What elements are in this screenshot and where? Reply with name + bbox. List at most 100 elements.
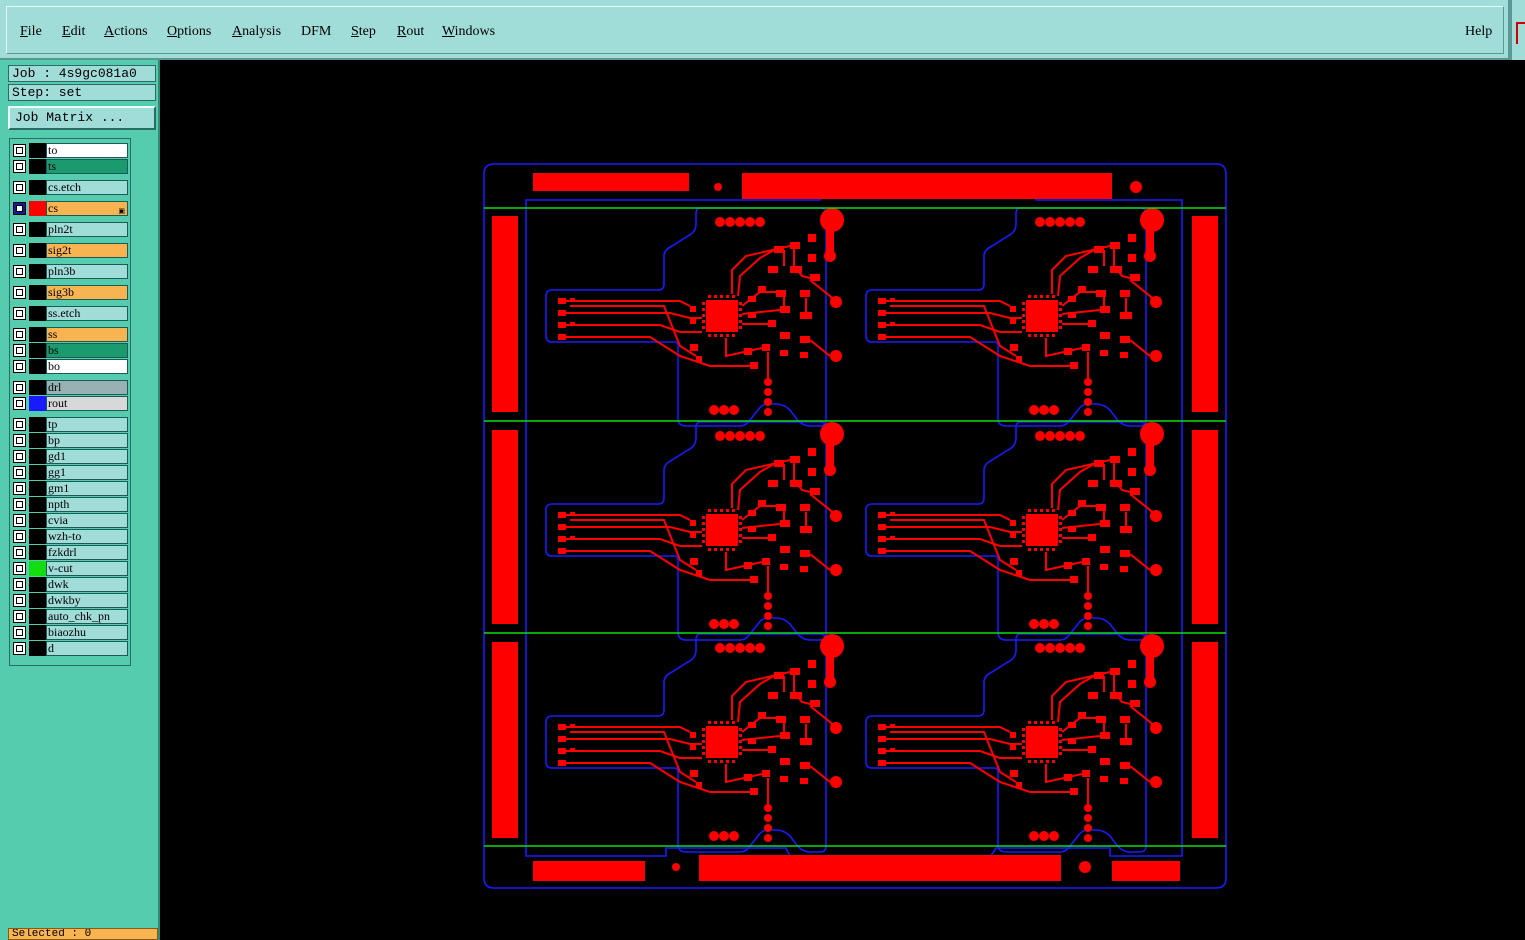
layer-checkbox[interactable]: [13, 244, 26, 257]
layer-checkbox[interactable]: [13, 482, 26, 495]
layer-name[interactable]: to: [46, 143, 128, 158]
layer-checkbox[interactable]: [13, 265, 26, 278]
layer-name[interactable]: tp: [46, 417, 128, 432]
layer-color-swatch[interactable]: [29, 545, 46, 560]
layer-color-swatch[interactable]: [29, 306, 46, 321]
layer-row-v-cut[interactable]: v-cut: [10, 561, 130, 576]
layer-checkbox[interactable]: [13, 514, 26, 527]
layer-name[interactable]: fzkdrl: [46, 545, 128, 560]
layer-name[interactable]: bp: [46, 433, 128, 448]
layer-name[interactable]: cs.etch: [46, 180, 128, 195]
layer-name[interactable]: ss: [46, 327, 128, 342]
layer-color-swatch[interactable]: [29, 449, 46, 464]
menu-analysis[interactable]: Analysis: [232, 24, 281, 40]
layer-name[interactable]: ss.etch: [46, 306, 128, 321]
layer-color-swatch[interactable]: [29, 159, 46, 174]
layer-checkbox[interactable]: [13, 578, 26, 591]
layer-color-swatch[interactable]: [29, 529, 46, 544]
layer-row-dwk[interactable]: dwk: [10, 577, 130, 592]
layer-checkbox[interactable]: [13, 434, 26, 447]
layer-color-swatch[interactable]: [29, 380, 46, 395]
layer-checkbox[interactable]: [13, 466, 26, 479]
layer-name[interactable]: gm1: [46, 481, 128, 496]
layer-row-dwkby[interactable]: dwkby: [10, 593, 130, 608]
layer-name[interactable]: biaozhu: [46, 625, 128, 640]
menu-rout[interactable]: Rout: [397, 24, 424, 40]
layer-row-biaozhu[interactable]: biaozhu: [10, 625, 130, 640]
layer-row-fzkdrl[interactable]: fzkdrl: [10, 545, 130, 560]
layer-checkbox[interactable]: [13, 328, 26, 341]
layer-checkbox[interactable]: [13, 418, 26, 431]
layer-name[interactable]: auto_chk_pn: [46, 609, 128, 624]
layer-name[interactable]: sig2t: [46, 243, 128, 258]
layer-row-cvia[interactable]: cvia: [10, 513, 130, 528]
layer-row-sig2t[interactable]: sig2t: [10, 243, 130, 258]
layer-checkbox[interactable]: [13, 223, 26, 236]
layer-name[interactable]: cvia: [46, 513, 128, 528]
layer-name[interactable]: pln3b: [46, 264, 128, 279]
layer-row-npth[interactable]: npth: [10, 497, 130, 512]
layer-checkbox[interactable]: [13, 181, 26, 194]
layer-row-pln3b[interactable]: pln3b: [10, 264, 130, 279]
layer-color-swatch[interactable]: [29, 433, 46, 448]
layer-checkbox[interactable]: [13, 642, 26, 655]
layer-name[interactable]: wzh-to: [46, 529, 128, 544]
menu-edit[interactable]: Edit: [62, 24, 85, 40]
layer-row-cs.etch[interactable]: cs.etch: [10, 180, 130, 195]
layer-checkbox[interactable]: [13, 562, 26, 575]
layer-checkbox[interactable]: [13, 498, 26, 511]
layer-row-pln2t[interactable]: pln2t: [10, 222, 130, 237]
layer-checkbox[interactable]: [13, 530, 26, 543]
layer-name[interactable]: dwk: [46, 577, 128, 592]
layer-row-drl[interactable]: drl: [10, 380, 130, 395]
layer-row-auto_chk_pn[interactable]: auto_chk_pn: [10, 609, 130, 624]
menu-windows[interactable]: Windows: [442, 24, 495, 40]
layer-name[interactable]: dwkby: [46, 593, 128, 608]
layer-checkbox[interactable]: [13, 450, 26, 463]
layer-color-swatch[interactable]: [29, 359, 46, 374]
layer-checkbox[interactable]: [13, 397, 26, 410]
layer-row-bp[interactable]: bp: [10, 433, 130, 448]
layer-row-wzh-to[interactable]: wzh-to: [10, 529, 130, 544]
layer-row-gg1[interactable]: gg1: [10, 465, 130, 480]
layer-name[interactable]: npth: [46, 497, 128, 512]
menu-step[interactable]: Step: [351, 24, 376, 40]
layer-color-swatch[interactable]: [29, 264, 46, 279]
layer-name[interactable]: cs ▣: [46, 201, 128, 216]
menu-dfm[interactable]: DFM: [301, 24, 331, 40]
layer-name[interactable]: ts: [46, 159, 128, 174]
layer-color-swatch[interactable]: [29, 497, 46, 512]
layer-row-bo[interactable]: bo: [10, 359, 130, 374]
layer-row-tp[interactable]: tp: [10, 417, 130, 432]
layer-color-swatch[interactable]: [29, 417, 46, 432]
layer-color-swatch[interactable]: [29, 513, 46, 528]
menu-file[interactable]: File: [20, 24, 42, 40]
layer-checkbox[interactable]: [13, 307, 26, 320]
layer-checkbox[interactable]: [13, 144, 26, 157]
layer-name[interactable]: d: [46, 641, 128, 656]
layer-row-ss.etch[interactable]: ss.etch: [10, 306, 130, 321]
layer-color-swatch[interactable]: [29, 609, 46, 624]
layer-color-swatch[interactable]: [29, 201, 46, 216]
layer-name[interactable]: drl: [46, 380, 128, 395]
layer-name[interactable]: v-cut: [46, 561, 128, 576]
layer-name[interactable]: bs: [46, 343, 128, 358]
layer-row-to[interactable]: to: [10, 143, 130, 158]
layer-color-swatch[interactable]: [29, 243, 46, 258]
layer-color-swatch[interactable]: [29, 481, 46, 496]
layer-checkbox[interactable]: [13, 546, 26, 559]
layer-color-swatch[interactable]: [29, 327, 46, 342]
layer-checkbox[interactable]: [13, 360, 26, 373]
graphics-canvas[interactable]: [160, 60, 1525, 940]
layer-name[interactable]: gg1: [46, 465, 128, 480]
layer-color-swatch[interactable]: [29, 625, 46, 640]
layer-color-swatch[interactable]: [29, 593, 46, 608]
layer-checkbox[interactable]: [13, 610, 26, 623]
layer-row-d[interactable]: d: [10, 641, 130, 656]
layer-color-swatch[interactable]: [29, 222, 46, 237]
layer-color-swatch[interactable]: [29, 180, 46, 195]
layer-color-swatch[interactable]: [29, 577, 46, 592]
job-matrix-button[interactable]: Job Matrix ...: [8, 106, 156, 130]
layer-checkbox[interactable]: [13, 626, 26, 639]
layer-color-swatch[interactable]: [29, 143, 46, 158]
